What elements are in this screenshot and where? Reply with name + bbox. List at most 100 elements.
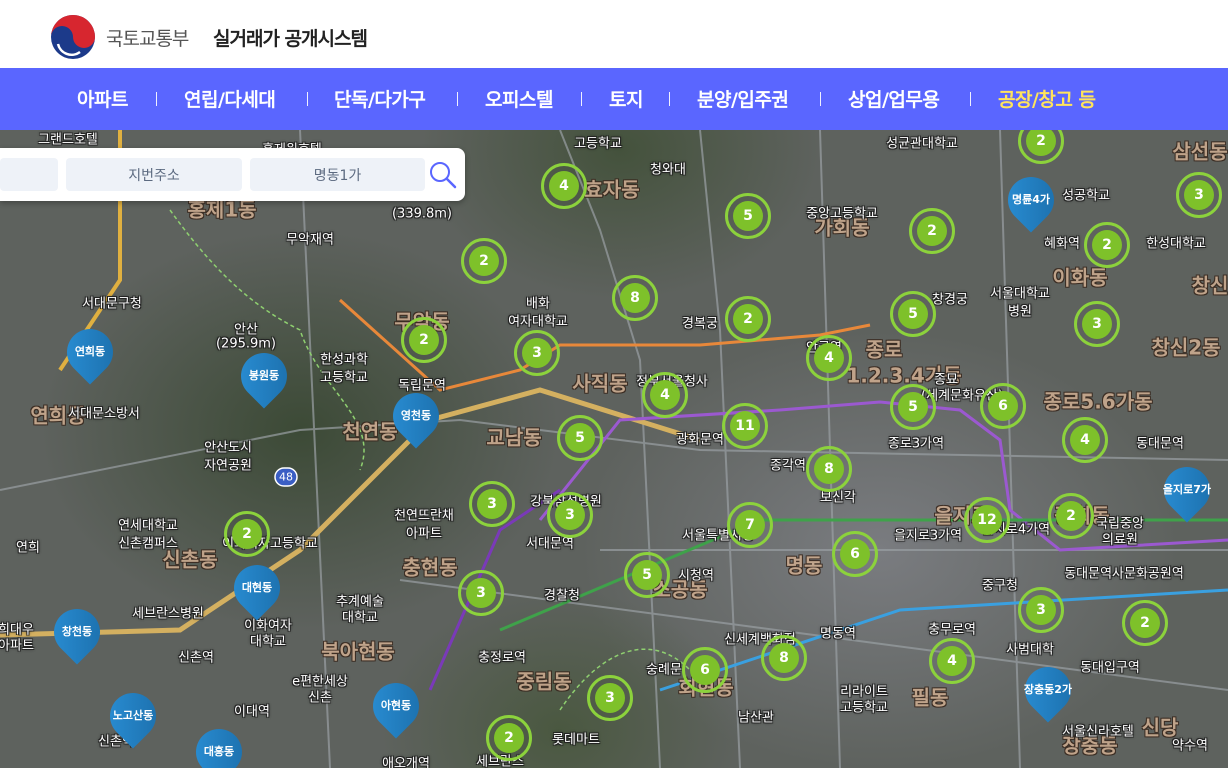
district-label: 교남동 — [486, 425, 542, 450]
place-label: 롯데마트 — [552, 732, 600, 748]
transaction-cluster[interactable]: 5 — [725, 193, 771, 239]
nav-multiplex[interactable]: 연립/다세대 — [184, 85, 276, 112]
district-label: 사직동 — [572, 371, 628, 396]
transaction-cluster[interactable]: 4 — [806, 335, 852, 381]
transaction-cluster[interactable]: 3 — [547, 492, 593, 538]
dong-marker[interactable]: 아현동 — [363, 673, 429, 739]
place-label: 숭례문 — [646, 662, 682, 678]
district-label: 종로5.6가동 — [1043, 389, 1153, 414]
place-label: 연희 — [16, 540, 40, 556]
nav-detached-house[interactable]: 단독/다가구 — [334, 85, 426, 112]
transaction-cluster[interactable]: 2 — [461, 238, 507, 284]
search-icon[interactable] — [428, 160, 458, 190]
place-label: 애오개역 — [382, 756, 430, 768]
property-type-nav: 아파트 연립/다세대 단독/다가구 오피스텔 토지 분양/입주권 상업/업무용 … — [0, 68, 1228, 130]
address-search-bar: 지번주소 명동1가 — [0, 148, 465, 201]
transaction-cluster[interactable]: 3 — [1074, 301, 1120, 347]
dong-marker[interactable]: 영천동 — [383, 383, 449, 449]
transaction-cluster[interactable]: 5 — [624, 552, 670, 598]
transaction-cluster[interactable]: 2 — [486, 715, 532, 761]
transaction-cluster[interactable]: 8 — [761, 635, 807, 681]
place-label: 의료원 — [1102, 532, 1138, 548]
address-type-select[interactable]: 지번주소 — [66, 158, 242, 191]
place-label: 이대역 — [234, 704, 270, 720]
place-label: 동대문역사문화공원역 — [1064, 566, 1184, 582]
place-label: 여자대학교 — [508, 314, 568, 330]
place-label: 신촌역 — [178, 650, 214, 666]
place-label: 서대문소방서 — [68, 406, 140, 422]
transaction-cluster[interactable]: 3 — [1176, 172, 1222, 218]
place-label: 병원 — [1008, 304, 1032, 320]
transaction-cluster[interactable]: 2 — [1084, 222, 1130, 268]
place-label: 동대입구역 — [1080, 660, 1140, 676]
nav-land[interactable]: 토지 — [609, 85, 643, 112]
transaction-cluster[interactable]: 3 — [458, 570, 504, 616]
transaction-cluster[interactable]: 4 — [541, 163, 587, 209]
place-label: 서울신라호텔 — [1062, 724, 1134, 740]
site-header: 국토교통부 실거래가 공개시스템 — [0, 0, 1228, 68]
place-label: 성균관대학교 — [886, 136, 958, 152]
transaction-cluster[interactable]: 3 — [514, 330, 560, 376]
dong-marker[interactable]: 대현동 — [224, 555, 290, 621]
transaction-cluster[interactable]: 11 — [722, 403, 768, 449]
region-select[interactable] — [0, 158, 58, 191]
place-label: 남산관 — [738, 710, 774, 726]
nav-divider — [970, 92, 971, 106]
transaction-cluster[interactable]: 8 — [612, 275, 658, 321]
government-logo-icon[interactable] — [50, 14, 96, 60]
dong-marker[interactable]: 연희동 — [57, 319, 123, 385]
place-label: 창경궁 — [932, 292, 968, 308]
transaction-cluster[interactable]: 4 — [929, 638, 975, 684]
transaction-cluster[interactable]: 2 — [401, 317, 447, 363]
place-label: 무악재역 — [286, 232, 334, 248]
place-label: 경복궁 — [682, 316, 718, 332]
transaction-cluster[interactable]: 6 — [682, 647, 728, 693]
transaction-cluster[interactable]: 2 — [224, 511, 270, 557]
transaction-cluster[interactable]: 5 — [890, 384, 936, 430]
nav-officetel[interactable]: 오피스텔 — [485, 85, 553, 112]
satellite-map[interactable]: 48 효자동 홍제1동 무악동 사직동 교남동 천연동 가회동 종로 1.2.3… — [0, 130, 1228, 768]
place-label: 청와대 — [650, 162, 686, 178]
district-label: 북아현동 — [321, 639, 395, 664]
place-label: 충정로역 — [478, 650, 526, 666]
transaction-cluster[interactable]: 3 — [587, 675, 633, 721]
nav-divider — [581, 92, 582, 106]
place-label: 성공학교 — [1062, 188, 1110, 204]
nav-commercial[interactable]: 상업/업무용 — [848, 85, 940, 112]
transaction-cluster[interactable]: 5 — [557, 415, 603, 461]
system-title[interactable]: 실거래가 공개시스템 — [213, 24, 368, 51]
nav-factory-warehouse[interactable]: 공장/창고 등 — [998, 85, 1096, 112]
place-label: 고등학교 — [574, 136, 622, 152]
transaction-cluster[interactable]: 8 — [806, 446, 852, 492]
place-label: 아파트 — [406, 526, 442, 542]
dong-marker[interactable]: 노고산동 — [100, 683, 166, 749]
transaction-cluster[interactable]: 2 — [909, 208, 955, 254]
dong-marker[interactable]: 봉원동 — [231, 343, 297, 409]
dong-marker[interactable]: 명륜4가 — [998, 167, 1064, 233]
nav-apartment[interactable]: 아파트 — [77, 85, 128, 112]
transaction-cluster[interactable]: 3 — [469, 481, 515, 527]
transaction-cluster[interactable]: 4 — [642, 372, 688, 418]
transaction-cluster[interactable]: 4 — [1062, 417, 1108, 463]
place-label: 충무로역 — [928, 622, 976, 638]
transaction-cluster[interactable]: 6 — [980, 383, 1026, 429]
dong-marker[interactable]: 대흥동 — [186, 719, 252, 768]
nav-presale[interactable]: 분양/입주권 — [697, 85, 789, 112]
place-label: 동대문역 — [1136, 436, 1184, 452]
place-label: 고등학교 — [320, 370, 368, 386]
transaction-cluster[interactable]: 12 — [964, 497, 1010, 543]
transaction-cluster[interactable]: 2 — [1122, 600, 1168, 646]
transaction-cluster[interactable]: 5 — [890, 291, 936, 337]
dong-marker[interactable]: 을지로7가 — [1154, 457, 1220, 523]
dong-marker[interactable]: 장충동2가 — [1015, 657, 1081, 723]
transaction-cluster[interactable]: 2 — [725, 296, 771, 342]
place-label: 신촌캠퍼스 — [118, 536, 178, 552]
transaction-cluster[interactable]: 3 — [1018, 587, 1064, 633]
transaction-cluster[interactable]: 2 — [1048, 493, 1094, 539]
district-label: 효자동 — [584, 177, 640, 202]
dong-marker[interactable]: 창천동 — [44, 599, 110, 665]
dong-select[interactable]: 명동1가 — [250, 158, 425, 191]
place-label: 독립문역 — [398, 378, 446, 394]
transaction-cluster[interactable]: 7 — [727, 502, 773, 548]
transaction-cluster[interactable]: 6 — [832, 531, 878, 577]
